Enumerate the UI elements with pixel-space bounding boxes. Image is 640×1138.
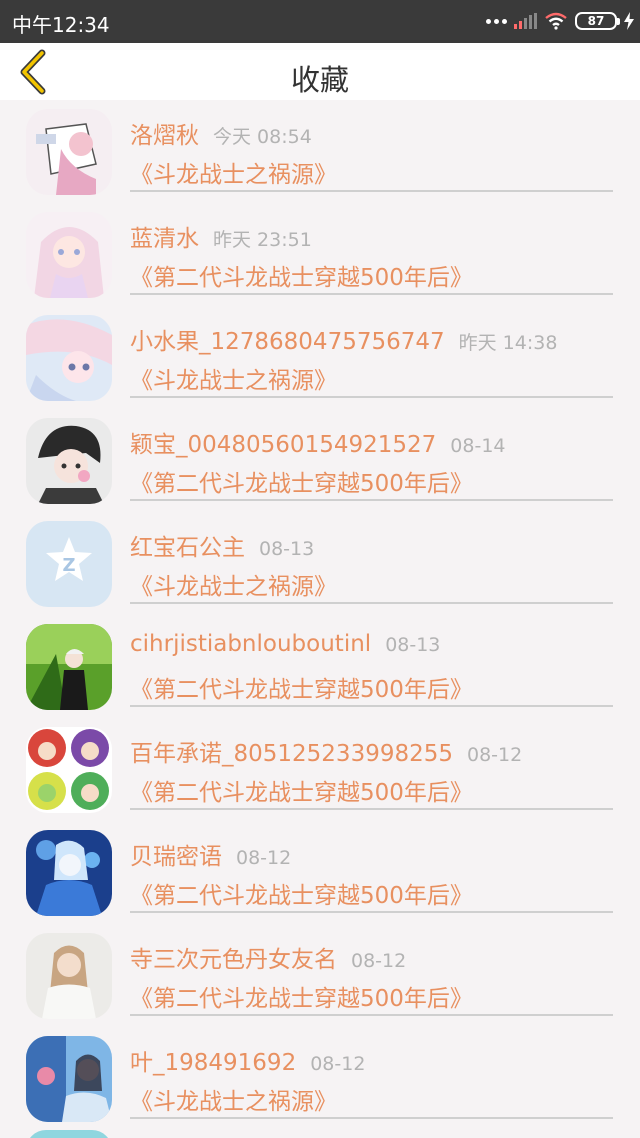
divider <box>130 1117 613 1119</box>
list-item[interactable]: 百年承诺_805125233998255 08-12 《第二代斗龙战士穿越500年… <box>0 718 640 821</box>
name-line: 颖宝_00480560154921527 08-14 <box>130 425 620 459</box>
name-line: cihrjistiabnlouboutinl 08-13 <box>130 631 620 657</box>
list-item[interactable]: cihrjistiabnlouboutinl 08-13 《第二代斗龙战士穿越50… <box>0 615 640 718</box>
list-item[interactable]: 洛熠秋 今天 08:54 《斗龙战士之祸源》 <box>0 100 640 203</box>
svg-text:Z: Z <box>62 555 75 576</box>
favorites-list: 洛熠秋 今天 08:54 《斗龙战士之祸源》 蓝清水 昨天 23:51 《第二代斗龙… <box>0 100 640 1138</box>
charging-icon <box>624 12 634 30</box>
book-title: 《第二代斗龙战士穿越500年后》 <box>130 986 473 1012</box>
name-line: 百年承诺_805125233998255 08-12 <box>130 734 620 768</box>
avatar <box>26 830 112 916</box>
more-dots-icon <box>486 18 507 24</box>
user-name: 百年承诺_805125233998255 <box>130 741 453 767</box>
user-name: 红宝石公主 <box>130 535 245 561</box>
name-line: 寺三次元色丹女友名 08-12 <box>130 940 620 974</box>
timestamp: 08-12 <box>467 744 523 766</box>
avatar <box>26 418 112 504</box>
divider <box>130 1014 613 1016</box>
list-item[interactable]: Z 红宝石公主 08-13 《斗龙战士之祸源》 <box>0 512 640 615</box>
divider <box>130 190 613 192</box>
user-name: 颖宝_00480560154921527 <box>130 432 437 458</box>
status-icons: 87 <box>486 9 634 33</box>
book-title: 《第二代斗龙战士穿越500年后》 <box>130 780 473 806</box>
book-title: 《第二代斗龙战士穿越500年后》 <box>130 471 473 497</box>
user-name: 蓝清水 <box>130 226 199 252</box>
timestamp: 昨天 14:38 <box>458 332 558 354</box>
page-title: 收藏 <box>290 63 349 97</box>
list-item[interactable]: 叶_198491692 08-12 《斗龙战士之祸源》 <box>0 1027 640 1130</box>
divider <box>130 499 613 501</box>
avatar <box>26 212 112 298</box>
avatar: Z <box>26 521 112 607</box>
status-time: 中午12:34 <box>12 13 110 37</box>
book-title: 《斗龙战士之祸源》 <box>130 162 337 188</box>
divider <box>130 602 613 604</box>
user-name: 寺三次元色丹女友名 <box>130 947 337 973</box>
name-line: 贝瑞密语 08-12 <box>130 837 620 871</box>
avatar <box>26 109 112 195</box>
header: 收藏 <box>0 43 640 100</box>
timestamp: 08-12 <box>351 950 407 972</box>
timestamp: 08-14 <box>450 435 506 457</box>
name-line: 红宝石公主 08-13 <box>130 528 620 562</box>
book-title: 《斗龙战士之祸源》 <box>130 1089 337 1115</box>
user-name: 小水果_1278680475756747 <box>130 329 445 355</box>
battery-level: 87 <box>587 14 605 28</box>
signal-icon <box>514 13 537 29</box>
avatar <box>26 624 112 710</box>
divider <box>130 705 613 707</box>
timestamp: 08-13 <box>385 634 441 656</box>
name-line: 小水果_1278680475756747 昨天 14:38 <box>130 322 620 356</box>
status-bar: 中午12:34 87 <box>0 0 640 43</box>
avatar <box>26 315 112 401</box>
battery-icon: 87 <box>575 12 620 30</box>
name-line: 叶_198491692 08-12 <box>130 1043 620 1077</box>
user-name: cihrjistiabnlouboutinl <box>130 631 372 657</box>
book-title: 《斗龙战士之祸源》 <box>130 574 337 600</box>
avatar <box>26 1130 112 1138</box>
wifi-icon <box>545 12 567 30</box>
book-title: 《第二代斗龙战士穿越500年后》 <box>130 883 473 909</box>
list-item[interactable]: 颖宝_00480560154921527 08-14 《第二代斗龙战士穿越500年… <box>0 409 640 512</box>
name-line: 蓝清水 昨天 23:51 <box>130 219 620 253</box>
divider <box>130 293 613 295</box>
timestamp: 08-12 <box>236 847 292 869</box>
timestamp: 今天 08:54 <box>213 126 312 148</box>
user-name: 叶_198491692 <box>130 1050 297 1076</box>
avatar <box>26 933 112 1019</box>
user-name: 洛熠秋 <box>130 123 199 149</box>
timestamp: 08-13 <box>259 538 315 560</box>
timestamp: 08-12 <box>310 1053 366 1075</box>
book-title: 《斗龙战士之祸源》 <box>130 368 337 394</box>
divider <box>130 808 613 810</box>
avatar <box>26 1036 112 1122</box>
timestamp: 昨天 23:51 <box>213 229 312 251</box>
book-title: 《第二代斗龙战士穿越500年后》 <box>130 265 473 291</box>
avatar <box>26 727 112 813</box>
list-item[interactable]: 小水果_1278680475756747 昨天 14:38 《斗龙战士之祸源》 <box>0 306 640 409</box>
divider <box>130 396 613 398</box>
list-item[interactable]: 蓝清水 昨天 23:51 《第二代斗龙战士穿越500年后》 <box>0 203 640 306</box>
list-item[interactable]: 贝瑞密语 08-12 《第二代斗龙战士穿越500年后》 <box>0 821 640 924</box>
name-line: 洛熠秋 今天 08:54 <box>130 116 620 150</box>
book-title: 《第二代斗龙战士穿越500年后》 <box>130 677 473 703</box>
divider <box>130 911 613 913</box>
user-name: 贝瑞密语 <box>130 844 222 870</box>
list-item[interactable]: 寺三次元色丹女友名 08-12 《第二代斗龙战士穿越500年后》 <box>0 924 640 1027</box>
